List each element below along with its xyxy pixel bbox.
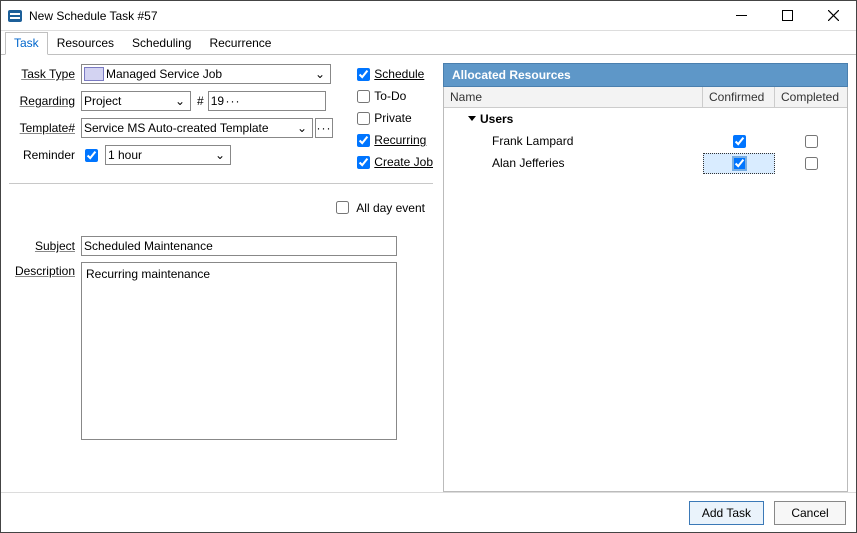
- create-job-checkbox[interactable]: [357, 156, 370, 169]
- private-checkbox-row[interactable]: Private: [357, 109, 433, 127]
- group-users[interactable]: Users: [444, 108, 847, 130]
- separator: [9, 183, 433, 184]
- chevron-down-icon: ⌄: [312, 67, 328, 81]
- completed-checkbox[interactable]: [805, 157, 818, 170]
- cell-name: Alan Jefferies: [444, 156, 703, 170]
- cell-confirmed[interactable]: [703, 132, 775, 151]
- label-hash: #: [197, 94, 204, 108]
- template-select[interactable]: Service MS Auto-created Template ⌄: [81, 118, 313, 138]
- regarding-id-input[interactable]: 19 ···: [208, 91, 326, 111]
- label-description: Description: [9, 264, 75, 278]
- schedule-checkbox-row[interactable]: Schedule: [357, 65, 433, 83]
- tab-bar: Task Resources Scheduling Recurrence: [1, 31, 856, 55]
- template-browse-button[interactable]: ···: [315, 118, 333, 138]
- create-job-checkbox-row[interactable]: Create Job: [357, 153, 433, 171]
- cell-completed[interactable]: [775, 132, 847, 151]
- table-row[interactable]: Alan Jefferies: [444, 152, 847, 174]
- chevron-down-icon: ⌄: [212, 148, 228, 162]
- grid-header: Name Confirmed Completed: [444, 87, 847, 108]
- task-type-select[interactable]: Managed Service Job ⌄: [81, 64, 331, 84]
- dialog-window: New Schedule Task #57 Task Resources Sch…: [0, 0, 857, 533]
- reminder-select[interactable]: 1 hour ⌄: [105, 145, 231, 165]
- completed-checkbox[interactable]: [805, 135, 818, 148]
- maximize-button[interactable]: [764, 1, 810, 31]
- dialog-footer: Add Task Cancel: [1, 492, 856, 532]
- regarding-value: Project: [84, 94, 121, 108]
- tab-resources[interactable]: Resources: [48, 32, 123, 54]
- subject-input[interactable]: [81, 236, 397, 256]
- allocated-resources-header: Allocated Resources: [443, 63, 848, 87]
- grid-body: Users Frank Lampard Alan Jefferies: [444, 108, 847, 491]
- cell-confirmed[interactable]: [703, 153, 775, 174]
- tab-scheduling[interactable]: Scheduling: [123, 32, 200, 54]
- resources-grid: Name Confirmed Completed Users Frank Lam…: [443, 87, 848, 492]
- label-task-type: Task Type: [9, 67, 75, 81]
- recurring-checkbox[interactable]: [357, 134, 370, 147]
- confirmed-checkbox[interactable]: [733, 157, 746, 170]
- flags-column: Schedule To-Do Private Recurring Create …: [339, 63, 433, 171]
- tab-task[interactable]: Task: [5, 32, 48, 55]
- todo-checkbox-row[interactable]: To-Do: [357, 87, 433, 105]
- label-recurring: Recurring: [374, 133, 426, 147]
- col-confirmed[interactable]: Confirmed: [703, 87, 775, 107]
- private-checkbox[interactable]: [357, 112, 370, 125]
- label-subject: Subject: [9, 239, 75, 253]
- title-bar: New Schedule Task #57: [1, 1, 856, 31]
- recurring-checkbox-row[interactable]: Recurring: [357, 131, 433, 149]
- table-row[interactable]: Frank Lampard: [444, 130, 847, 152]
- regarding-select[interactable]: Project ⌄: [81, 91, 191, 111]
- right-pane: Allocated Resources Name Confirmed Compl…: [441, 55, 856, 492]
- schedule-checkbox[interactable]: [357, 68, 370, 81]
- cell-completed[interactable]: [775, 154, 847, 173]
- regarding-id-value: 19: [211, 94, 224, 108]
- confirmed-checkbox[interactable]: [733, 135, 746, 148]
- color-swatch: [84, 67, 104, 81]
- task-type-value: Managed Service Job: [106, 67, 222, 81]
- collapse-icon: [468, 116, 476, 121]
- chevron-down-icon: ⌄: [294, 121, 310, 135]
- cancel-button[interactable]: Cancel: [774, 501, 846, 525]
- todo-checkbox[interactable]: [357, 90, 370, 103]
- ellipsis-icon: ···: [224, 94, 242, 108]
- label-reminder: Reminder: [9, 148, 75, 162]
- content-body: Task Type Managed Service Job ⌄ Regardin…: [1, 55, 856, 492]
- all-day-checkbox[interactable]: [336, 201, 349, 214]
- col-name[interactable]: Name: [444, 87, 703, 107]
- tab-recurrence[interactable]: Recurrence: [200, 32, 280, 54]
- col-completed[interactable]: Completed: [775, 87, 847, 107]
- cell-name: Frank Lampard: [444, 134, 703, 148]
- reminder-checkbox[interactable]: [85, 149, 98, 162]
- minimize-button[interactable]: [718, 1, 764, 31]
- description-textarea[interactable]: [81, 262, 397, 440]
- label-regarding: Regarding: [9, 94, 75, 108]
- window-title: New Schedule Task #57: [29, 9, 718, 23]
- label-create-job: Create Job: [374, 155, 433, 169]
- reminder-value: 1 hour: [108, 148, 142, 162]
- group-label: Users: [480, 112, 513, 126]
- label-template: Template#: [9, 121, 75, 135]
- left-pane: Task Type Managed Service Job ⌄ Regardin…: [1, 55, 441, 492]
- close-button[interactable]: [810, 1, 856, 31]
- chevron-down-icon: ⌄: [172, 94, 188, 108]
- label-private: Private: [374, 111, 411, 125]
- add-task-button[interactable]: Add Task: [689, 501, 764, 525]
- template-value: Service MS Auto-created Template: [84, 121, 269, 135]
- app-icon: [7, 8, 23, 24]
- label-all-day: All day event: [356, 201, 425, 215]
- label-schedule: Schedule: [374, 67, 424, 81]
- label-todo: To-Do: [374, 89, 406, 103]
